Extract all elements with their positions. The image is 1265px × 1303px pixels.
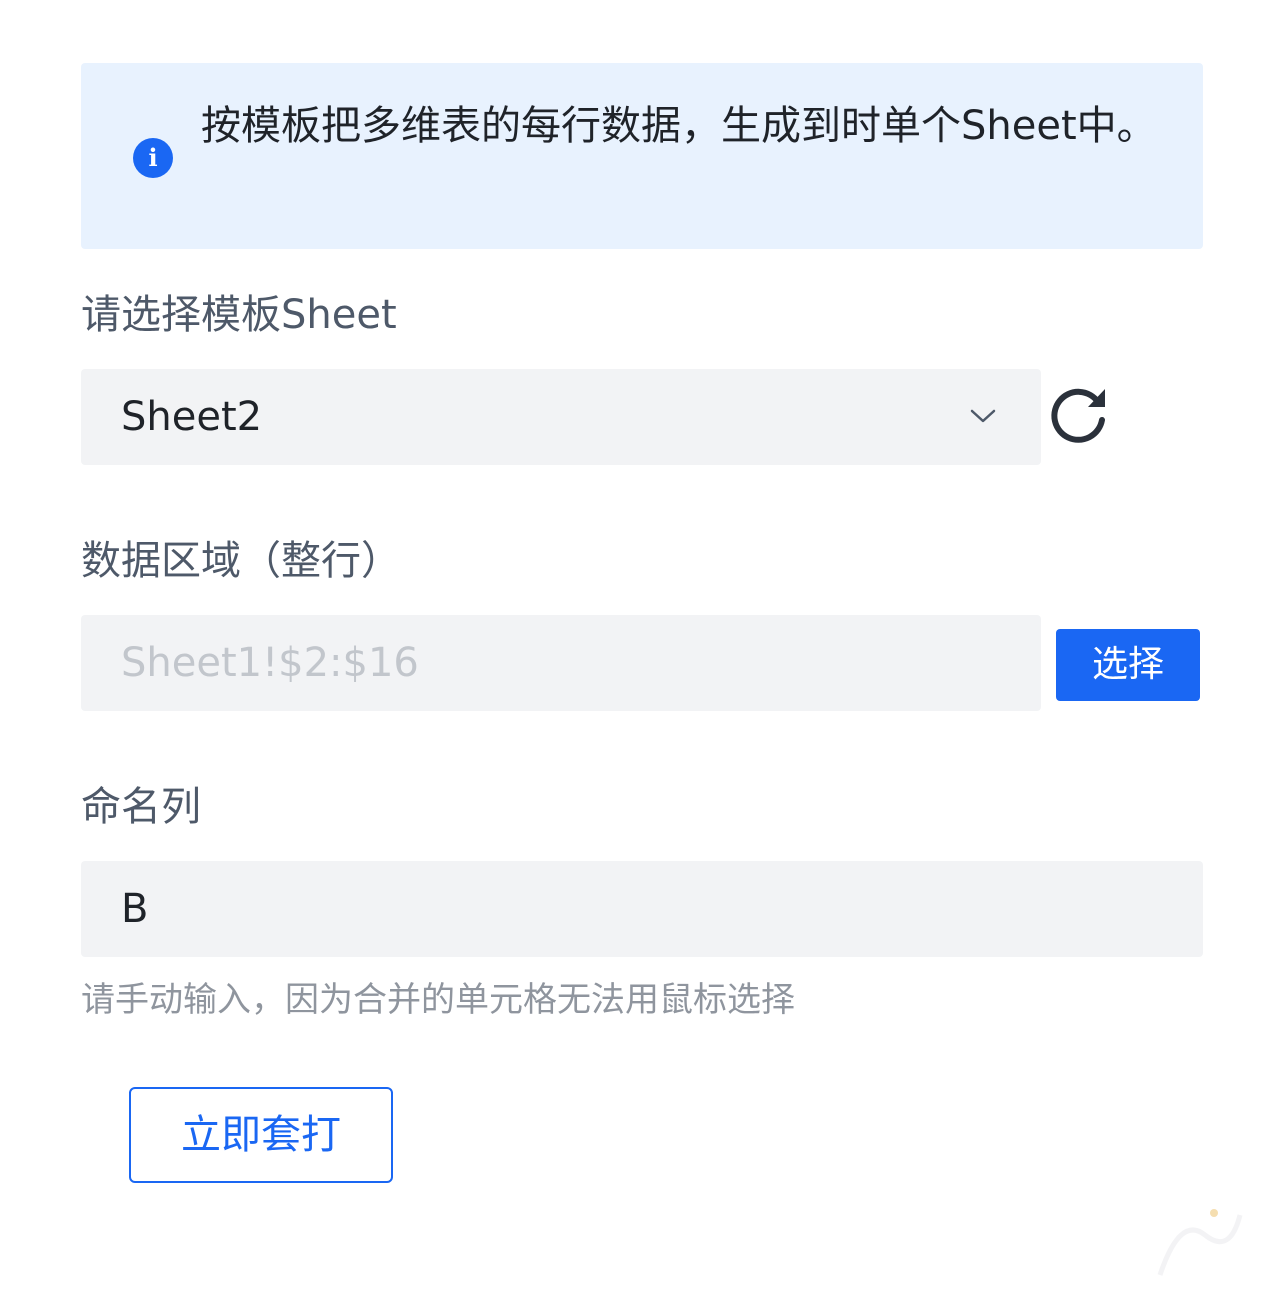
- print-now-button[interactable]: 立即套打: [129, 1087, 393, 1183]
- info-icon: i: [133, 138, 173, 178]
- watermark-graphic: [1157, 1209, 1243, 1276]
- refresh-icon[interactable]: [1047, 383, 1109, 445]
- name-column-hint: 请手动输入，因为合并的单元格无法用鼠标选择: [81, 980, 795, 1020]
- select-range-button[interactable]: 选择: [1056, 629, 1200, 701]
- name-column-label: 命名列: [81, 784, 201, 830]
- name-column-input[interactable]: B: [81, 861, 1203, 957]
- chevron-down-icon: [970, 409, 996, 423]
- template-sheet-value: Sheet2: [121, 394, 263, 440]
- template-sheet-label: 请选择模板Sheet: [81, 292, 397, 338]
- data-range-label: 数据区域（整行）: [81, 538, 401, 584]
- info-banner-text: 按模板把多维表的每行数据，生成到时单个Sheet中。: [201, 103, 1157, 149]
- template-print-panel: i 按模板把多维表的每行数据，生成到时单个Sheet中。 请选择模板Sheet …: [0, 0, 1265, 1303]
- data-range-placeholder: Sheet1!$2:$16: [121, 640, 419, 686]
- template-sheet-select[interactable]: Sheet2: [81, 369, 1041, 465]
- data-range-input[interactable]: Sheet1!$2:$16: [81, 615, 1041, 711]
- name-column-value: B: [121, 886, 149, 932]
